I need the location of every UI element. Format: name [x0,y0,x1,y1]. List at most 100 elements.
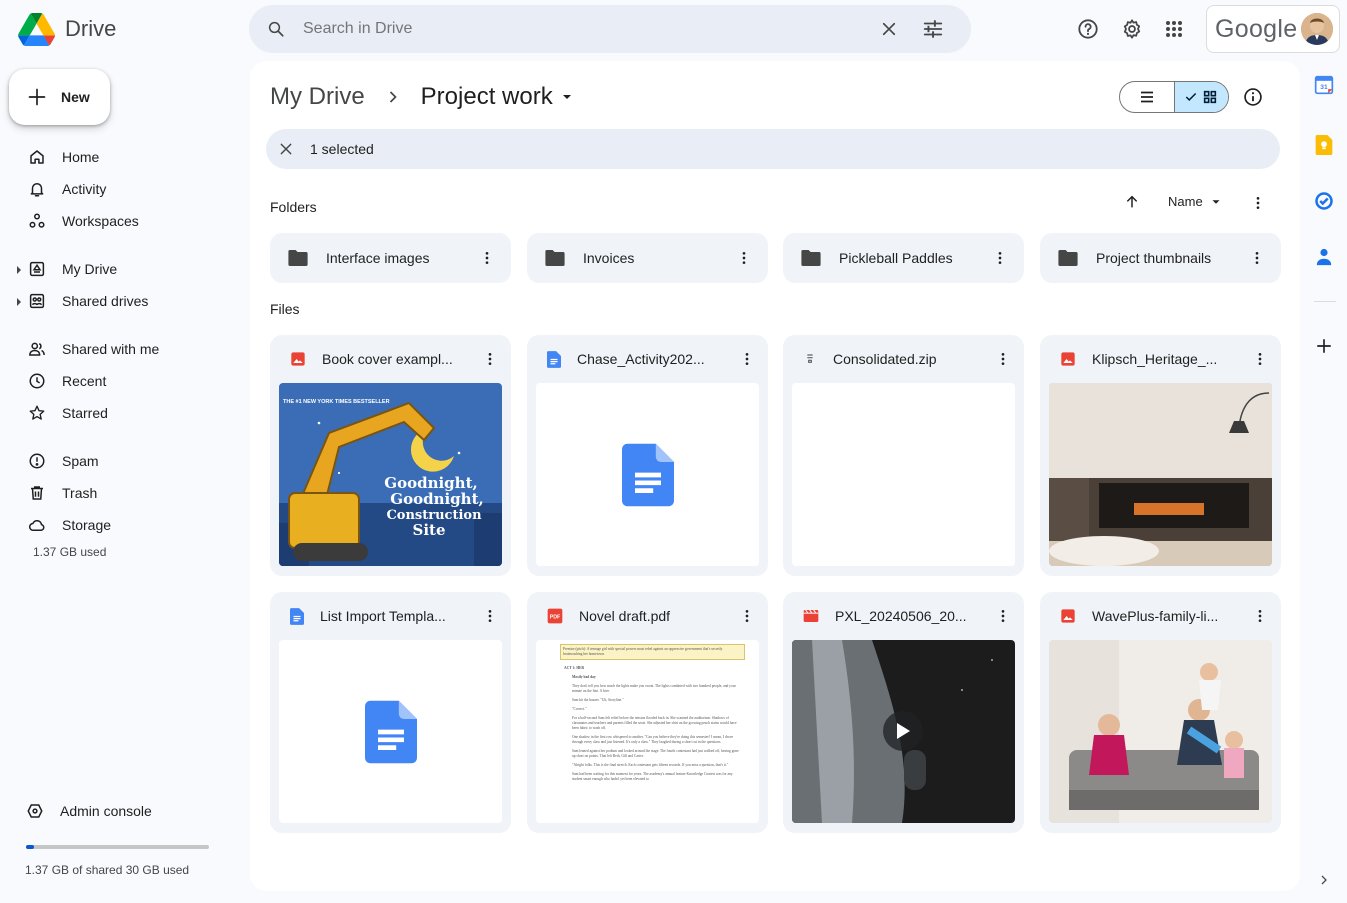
search-options-icon[interactable] [913,9,953,49]
more-options-icon[interactable] [1248,347,1272,371]
list-view-button[interactable] [1120,82,1175,112]
pdf-paragraph: Sam leaned against her podium and looked… [572,749,739,758]
expand-caret-icon[interactable] [17,266,21,274]
breadcrumb-current[interactable]: Project work [421,83,575,111]
file-card[interactable]: WavePlus-family-li... [1040,592,1281,833]
more-options-icon[interactable] [735,604,759,628]
more-options-icon[interactable] [475,246,499,270]
more-options-icon[interactable] [1248,604,1272,628]
sidebar-item-shared-drives[interactable]: Shared drives [0,285,240,317]
sidebar-item-spam[interactable]: Spam [0,445,240,477]
more-options-icon[interactable] [478,347,502,371]
more-options-icon[interactable] [735,347,759,371]
help-icon[interactable] [1068,9,1108,49]
settings-gear-icon[interactable] [1112,9,1152,49]
storage-used-text: 1.37 GB used [33,545,107,559]
more-options-icon[interactable] [478,604,502,628]
apps-grid-icon[interactable] [1154,9,1194,49]
sidebar-item-starred[interactable]: Starred [0,397,240,429]
add-addon-plus-icon[interactable] [1308,330,1340,362]
pdf-paragraph: Sam had been waiting for this moment for… [572,772,733,781]
admin-shield-icon [26,802,44,820]
more-options-icon[interactable] [988,246,1012,270]
new-button[interactable]: New [9,69,110,125]
file-thumbnail[interactable]: Premise (pitch): A teenage girl with spe… [536,640,759,823]
keep-notes-icon[interactable] [1308,129,1340,161]
sidebar-item-label: Trash [62,485,98,501]
tasks-icon[interactable] [1308,185,1340,217]
folder-card[interactable]: Interface images [270,233,511,283]
expand-caret-icon[interactable] [17,298,21,306]
expand-panel-chevron-icon[interactable] [1316,870,1332,890]
folder-name: Invoices [583,250,635,266]
search-input[interactable] [303,20,869,38]
avatar[interactable] [1301,13,1333,45]
selection-bar: 1 selected [266,129,1280,169]
contacts-icon[interactable] [1308,241,1340,273]
sort-label: Name [1168,194,1203,209]
calendar-icon[interactable]: 31 [1308,69,1340,101]
app-name: Drive [65,16,117,41]
file-card[interactable]: Klipsch_Heritage_... [1040,335,1281,576]
clear-search-icon[interactable] [869,9,909,49]
file-card-header: Klipsch_Heritage_... [1049,335,1272,383]
file-thumbnail[interactable]: THE #1 NEW YORK TIMES BESTSELLER Goodnigh… [279,383,502,566]
selection-count: 1 selected [310,141,374,157]
google-doc-large-icon [364,700,417,763]
sidebar-item-shared-with-me[interactable]: Shared with me [0,333,240,365]
file-card[interactable]: Consolidated.zip [783,335,1024,576]
pdf-file-icon: PDF [547,608,563,624]
folder-card[interactable]: Project thumbnails [1040,233,1281,283]
sidebar-item-my-drive[interactable]: My Drive [0,253,240,285]
more-options-icon[interactable] [991,347,1015,371]
play-button-icon[interactable] [883,711,923,751]
folder-name: Project thumbnails [1096,250,1212,266]
file-thumbnail[interactable] [792,640,1015,823]
grid-view-button[interactable] [1174,82,1228,112]
search-icon[interactable] [267,20,285,38]
file-thumbnail[interactable] [1049,383,1272,566]
sidebar-item-trash[interactable]: Trash [0,477,240,509]
folder-icon [801,250,821,266]
sort-by-button[interactable]: Name [1168,194,1223,209]
file-thumbnail[interactable] [1049,640,1272,823]
more-options-icon[interactable] [1245,246,1269,270]
sort-direction-arrow-icon[interactable] [1112,182,1152,222]
breadcrumb-root[interactable]: My Drive [270,83,365,111]
clear-selection-icon[interactable] [278,141,294,157]
folder-icon [545,250,565,266]
more-options-icon[interactable] [732,246,756,270]
file-thumbnail[interactable] [792,383,1015,566]
google-wordmark: Google [1215,14,1298,43]
file-card[interactable]: PDF Novel draft.pdf Premise (pitch): A tee… [527,592,768,833]
info-icon[interactable] [1233,77,1273,117]
dropdown-arrow-icon [1212,199,1220,204]
file-card[interactable]: Book cover exampl... THE #1 NEW YORK TIME… [270,335,511,576]
folder-card[interactable]: Pickleball Paddles [783,233,1024,283]
sidebar-item-home[interactable]: Home [0,141,240,173]
sidebar-item-activity[interactable]: Activity [0,173,240,205]
file-thumbnail[interactable] [279,640,502,823]
file-thumbnail[interactable] [536,383,759,566]
folder-card[interactable]: Invoices [527,233,768,283]
sidebar-item-storage[interactable]: Storage [0,509,240,541]
search-bar[interactable] [249,5,971,53]
account-switcher[interactable]: Google [1206,5,1340,53]
video-file-icon [803,609,819,622]
more-options-icon[interactable] [991,604,1015,628]
sidebar-item-label: Shared drives [62,293,149,309]
file-card[interactable]: PXL_20240506_20... [783,592,1024,833]
pdf-paragraph: They don't tell you how much the lights … [572,684,736,693]
more-options-icon[interactable] [1238,183,1278,223]
admin-console-label: Admin console [60,803,152,819]
family-photo-thumbnail [1049,640,1272,823]
file-card[interactable]: List Import Templa... [270,592,511,833]
new-button-label: New [61,89,90,105]
sidebar-item-workspaces[interactable]: Workspaces [0,205,240,237]
pdf-paragraph: "Alright folks. This is the final stretc… [572,763,729,767]
drive-logo[interactable]: Drive [18,12,116,46]
file-card[interactable]: Chase_Activity202... [527,335,768,576]
sidebar-item-label: Starred [62,405,108,421]
sidebar-item-recent[interactable]: Recent [0,365,240,397]
pdf-act-heading: ACT 1: HER [564,666,585,670]
